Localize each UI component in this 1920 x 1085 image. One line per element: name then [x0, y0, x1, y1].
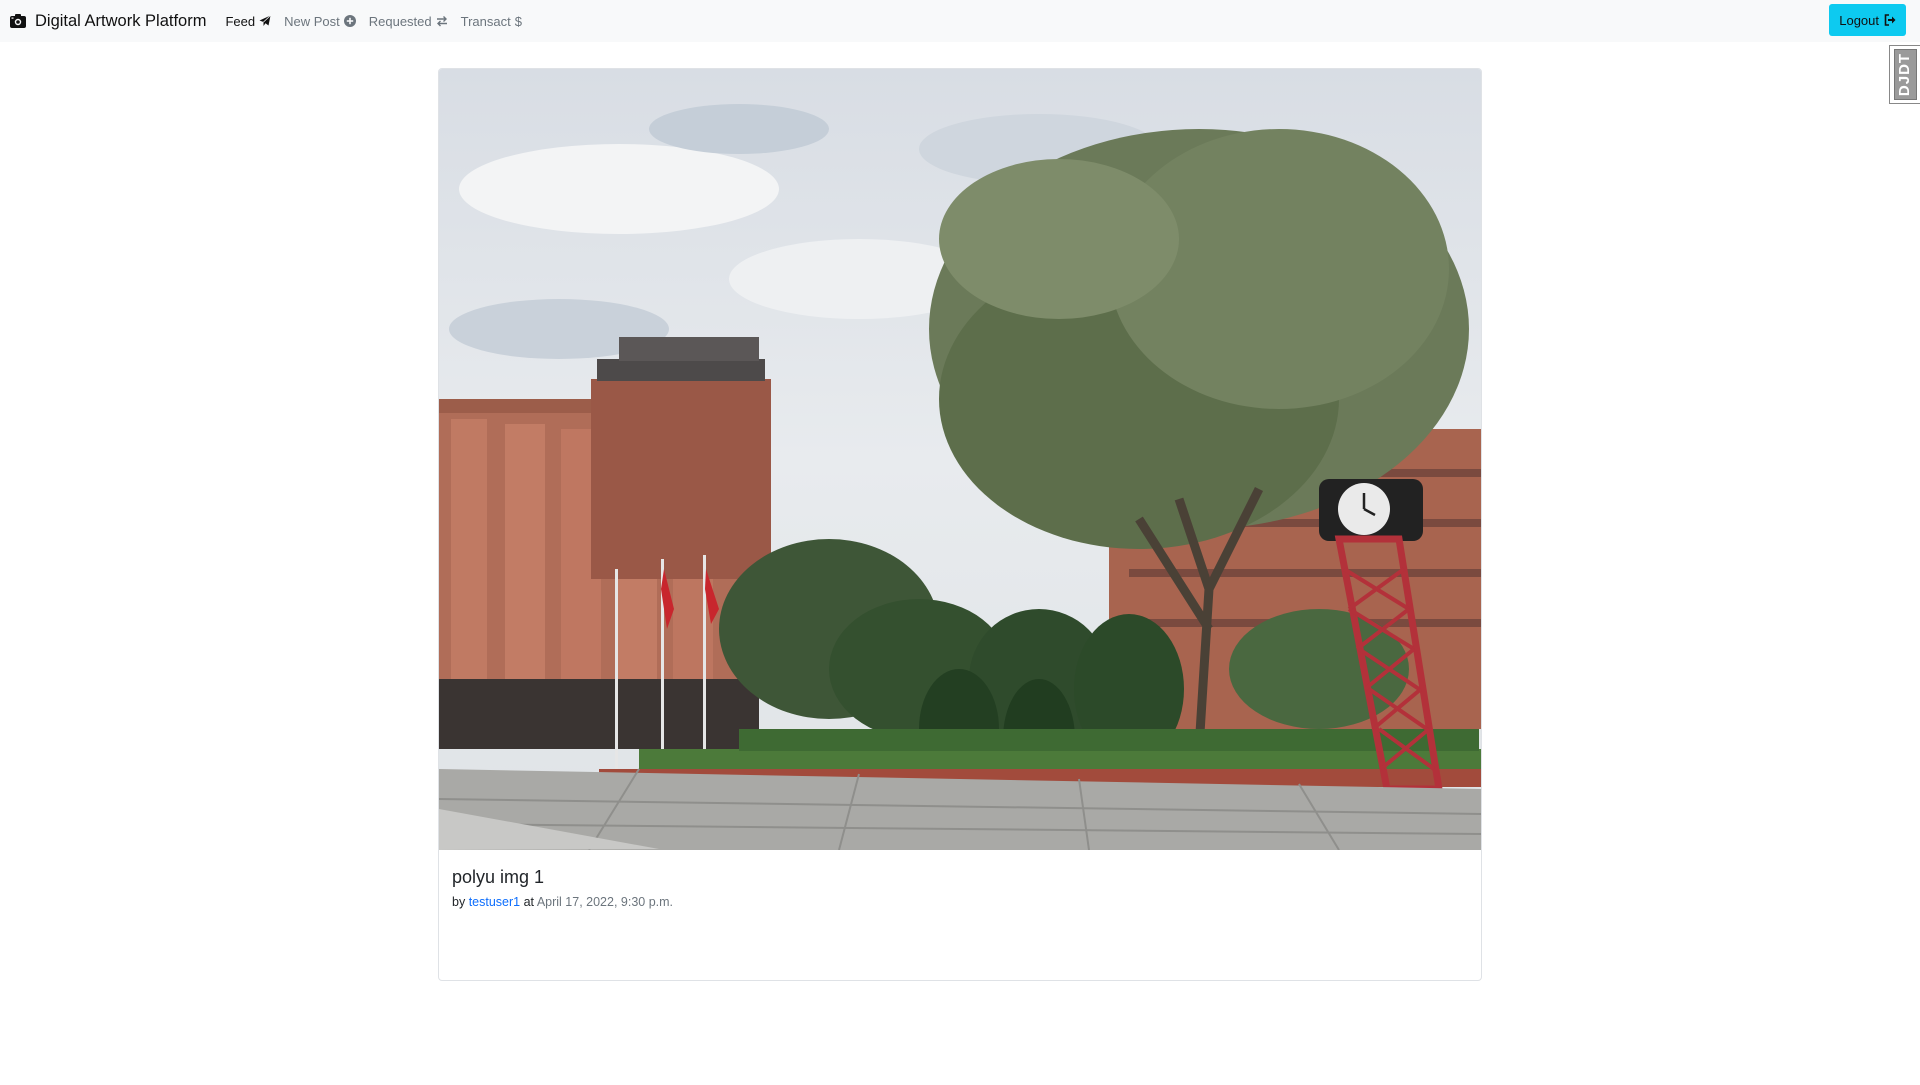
- nav-item-label: Transact: [460, 13, 511, 29]
- top-navbar: Digital Artwork Platform Feed New Post R…: [0, 0, 1920, 42]
- brand[interactable]: Digital Artwork Platform: [10, 12, 206, 31]
- brand-name: Digital Artwork Platform: [35, 11, 207, 30]
- dollar-icon: $: [514, 13, 522, 29]
- logout-label: Logout: [1839, 12, 1879, 28]
- nav-item-label: New Post: [284, 13, 340, 29]
- post-image[interactable]: [439, 69, 1481, 850]
- post-card: polyu img 1 by testuser1 at April 17, 20…: [438, 68, 1482, 981]
- nav-item-requested[interactable]: Requested: [369, 14, 448, 29]
- post-meta: by testuser1 at April 17, 2022, 9:30 p.m…: [452, 895, 1468, 909]
- debug-toolbar-handle[interactable]: DJDT: [1889, 45, 1920, 104]
- author-link[interactable]: testuser1: [469, 895, 520, 909]
- debug-toolbar-label: DJDT: [1896, 52, 1914, 97]
- exchange-arrows-icon: [436, 16, 447, 27]
- nav-item-feed[interactable]: Feed: [225, 14, 271, 29]
- paper-plane-icon: [259, 15, 271, 26]
- nav-item-transact[interactable]: Transact $: [461, 14, 522, 29]
- post-card-body: polyu img 1 by testuser1 at April 17, 20…: [452, 866, 1468, 909]
- logout-button[interactable]: Logout: [1829, 4, 1906, 36]
- camera-icon: [10, 14, 26, 28]
- post-timestamp: April 17, 2022, 9:30 p.m.: [536, 895, 674, 909]
- plus-circle-icon: [343, 15, 356, 27]
- at-word: at: [523, 895, 535, 909]
- debug-toolbar-badge: DJDT: [1893, 49, 1917, 100]
- nav-item-label: Feed: [225, 13, 256, 29]
- sign-out-icon: [1884, 14, 1896, 26]
- nav-item-new-post[interactable]: New Post: [284, 14, 356, 29]
- post-title: polyu img 1: [452, 867, 545, 887]
- nav-item-label: Requested: [368, 13, 432, 29]
- nav-menu: Feed New Post Requested Transact $: [225, 14, 522, 29]
- by-prefix: by: [452, 895, 466, 909]
